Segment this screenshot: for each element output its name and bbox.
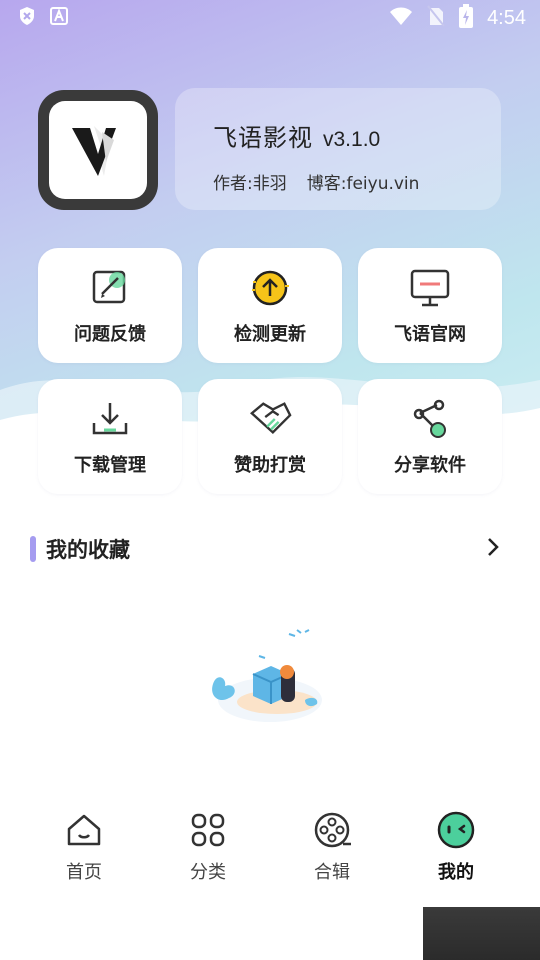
share-icon — [408, 397, 452, 441]
nav-home-label: 首页 — [66, 862, 102, 883]
home-icon — [64, 810, 104, 850]
sponsor-icon — [248, 397, 292, 441]
corner-thumbnail — [423, 907, 540, 960]
author-label: 作者:非羽 — [213, 174, 287, 194]
tile-download-manager-label: 下载管理 — [74, 454, 146, 476]
app-version: v3.1.0 — [323, 128, 381, 151]
font-icon — [50, 7, 68, 29]
tile-sponsor-label: 赞助打赏 — [234, 454, 306, 476]
empty-favorites-illustration — [205, 620, 335, 730]
tile-website[interactable]: 飞语官网 — [358, 248, 502, 363]
app-name: 飞语影视 — [213, 124, 313, 152]
shield-icon — [18, 6, 36, 30]
section-accent-bar — [30, 536, 36, 562]
blog-link[interactable]: 博客:feiyu.vin — [307, 169, 420, 194]
app-logo-mark — [49, 101, 147, 199]
nav-home[interactable]: 首页 — [29, 810, 139, 884]
nav-mine-label: 我的 — [438, 862, 474, 883]
feedback-icon — [88, 266, 132, 310]
tile-check-update-label: 检测更新 — [234, 323, 306, 345]
tile-check-update[interactable]: 检测更新 — [198, 248, 342, 363]
tile-download-manager[interactable]: 下载管理 — [38, 379, 182, 494]
website-icon — [408, 266, 452, 310]
favorites-header[interactable]: 我的收藏 — [30, 534, 500, 564]
update-icon — [248, 266, 292, 310]
nav-category-label: 分类 — [190, 862, 226, 883]
tile-share[interactable]: 分享软件 — [358, 379, 502, 494]
status-bar: 4:54 — [0, 0, 540, 36]
nav-category[interactable]: 分类 — [153, 810, 263, 884]
tile-feedback-label: 问题反馈 — [74, 323, 146, 345]
tile-sponsor[interactable]: 赞助打赏 — [198, 379, 342, 494]
v-logo-icon — [72, 126, 116, 176]
app-logo — [38, 90, 158, 210]
mine-face-icon — [436, 810, 476, 850]
clock: 4:54 — [487, 6, 526, 29]
no-sim-icon — [427, 5, 445, 31]
tile-share-label: 分享软件 — [394, 454, 466, 476]
chevron-right-icon[interactable] — [486, 536, 500, 562]
bottom-navigation: 首页 分类 合辑 我的 — [0, 800, 540, 900]
nav-mine[interactable]: 我的 — [401, 810, 511, 884]
film-reel-icon — [312, 810, 352, 850]
download-icon — [88, 397, 132, 441]
battery-charging-icon — [459, 4, 474, 32]
tile-feedback[interactable]: 问题反馈 — [38, 248, 182, 363]
nav-collection-label: 合辑 — [314, 862, 350, 883]
tile-website-label: 飞语官网 — [394, 323, 466, 345]
wifi-icon — [389, 6, 413, 30]
nav-collection[interactable]: 合辑 — [277, 810, 387, 884]
app-info-card: 飞语影视 v3.1.0 作者:非羽 博客:feiyu.vin — [175, 88, 501, 210]
action-grid: 问题反馈 检测更新 飞语官网 下载管理 赞助打赏 分享软件 — [38, 248, 502, 494]
category-icon — [188, 810, 228, 850]
favorites-title: 我的收藏 — [46, 538, 130, 562]
